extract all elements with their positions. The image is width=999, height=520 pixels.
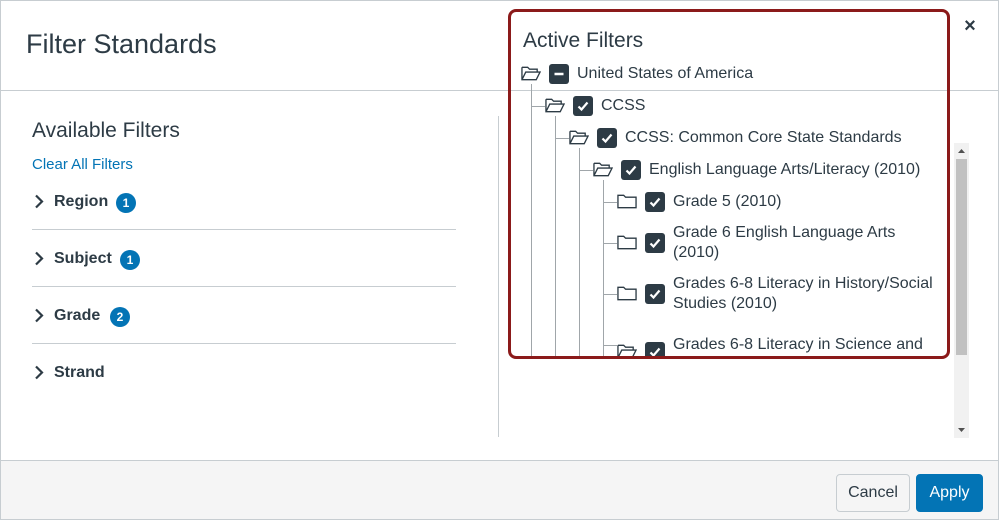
tree-connector xyxy=(555,138,569,139)
checkbox-checked[interactable] xyxy=(621,160,641,180)
active-filters-tree: United States of America CCSS CCSS: Comm… xyxy=(511,58,947,356)
filter-label: Grade xyxy=(54,307,101,324)
tree-node-grades-6-8-history[interactable]: Grades 6-8 Literacy in History/Social St… xyxy=(617,275,941,326)
tree-node-ccss-common-core[interactable]: CCSS: Common Core State Standards xyxy=(569,126,941,150)
dialog-footer: Cancel Apply xyxy=(1,460,998,519)
checkbox-checked[interactable] xyxy=(645,192,665,212)
folder-open-icon xyxy=(521,66,541,81)
filter-label: Subject xyxy=(54,250,112,267)
chevron-right-icon xyxy=(34,230,48,287)
chevron-right-icon xyxy=(34,344,48,401)
tree-node-united-states[interactable]: United States of America xyxy=(521,62,941,86)
tree-node-label: CCSS: Common Core State Standards xyxy=(625,129,902,146)
chevron-right-icon xyxy=(34,287,48,344)
tree-connector xyxy=(603,345,617,346)
filter-grade[interactable]: Grade 2 xyxy=(32,287,456,344)
filter-subject[interactable]: Subject 1 xyxy=(32,230,456,287)
tree-connector xyxy=(555,138,556,356)
tree-connector xyxy=(579,148,580,170)
panel-divider xyxy=(498,116,499,437)
filter-standards-dialog: Filter Standards × Available Filters Cle… xyxy=(0,0,999,520)
filter-label: Region xyxy=(54,193,109,210)
cancel-button[interactable]: Cancel xyxy=(836,474,910,512)
active-filters-title: Active Filters xyxy=(523,29,644,52)
chevron-right-icon xyxy=(34,173,48,230)
tree-connector xyxy=(603,243,617,244)
checkbox-checked[interactable] xyxy=(645,342,665,356)
tree-node-label-line2: Studies (2010) xyxy=(673,295,778,312)
tree-connector xyxy=(555,116,556,138)
tree-node-label: CCSS xyxy=(601,97,646,114)
tree-node-ccss[interactable]: CCSS xyxy=(545,94,941,118)
filter-count-badge: 1 xyxy=(120,250,140,270)
tree-node-grade-5[interactable]: Grade 5 (2010) xyxy=(617,190,941,214)
checkbox-checked[interactable] xyxy=(573,96,593,116)
folder-open-icon xyxy=(545,98,565,113)
tree-node-label-line1: Grade 6 English Language Arts xyxy=(673,224,896,241)
checkbox-checked[interactable] xyxy=(645,284,665,304)
tree-connector xyxy=(603,180,604,356)
filter-strand[interactable]: Strand xyxy=(32,344,456,401)
tree-node-grades-6-8-science[interactable]: Grades 6-8 Literacy in Science and xyxy=(617,336,941,356)
tree-node-ela-literacy[interactable]: English Language Arts/Literacy (2010) xyxy=(593,158,941,182)
tree-connector xyxy=(531,106,532,356)
tree-node-label-line1: Grades 6-8 Literacy in History/Social xyxy=(673,275,933,292)
tree-node-grade-6-ela[interactable]: Grade 6 English Language Arts (2010) xyxy=(617,224,941,275)
active-filters-panel: Active Filters United States of America … xyxy=(508,9,950,359)
tree-node-label: English Language Arts/Literacy (2010) xyxy=(649,161,921,178)
tree-connector xyxy=(531,84,532,106)
filter-count-badge: 2 xyxy=(110,307,130,327)
tree-node-label: Grade 5 (2010) xyxy=(673,193,782,210)
checkbox-checked[interactable] xyxy=(597,128,617,148)
tree-node-label-line1: Grades 6-8 Literacy in Science and xyxy=(673,336,923,353)
apply-button[interactable]: Apply xyxy=(916,474,983,512)
scroll-down-icon[interactable] xyxy=(954,423,969,437)
tree-connector xyxy=(603,294,617,295)
tree-connector xyxy=(579,170,580,356)
folder-closed-icon xyxy=(617,286,637,301)
close-icon[interactable]: × xyxy=(959,15,981,37)
dialog-title: Filter Standards xyxy=(26,29,217,59)
checkbox-checked[interactable] xyxy=(645,233,665,253)
scrollbar-thumb[interactable] xyxy=(956,159,967,355)
checkbox-partial[interactable] xyxy=(549,64,569,84)
scroll-up-icon[interactable] xyxy=(954,144,969,158)
tree-connector xyxy=(531,106,545,107)
tree-connector xyxy=(603,202,617,203)
filter-label: Strand xyxy=(54,364,105,381)
folder-open-icon xyxy=(593,162,613,177)
tree-node-label: United States of America xyxy=(577,65,754,82)
folder-open-icon xyxy=(617,344,637,356)
tree-node-label-line2: (2010) xyxy=(673,244,720,261)
filter-count-badge: 1 xyxy=(116,193,136,213)
filter-region[interactable]: Region 1 xyxy=(32,173,456,230)
tree-connector xyxy=(579,170,593,171)
folder-closed-icon xyxy=(617,194,637,209)
folder-closed-icon xyxy=(617,235,637,250)
folder-open-icon xyxy=(569,130,589,145)
available-filters-title: Available Filters xyxy=(32,119,180,142)
clear-all-filters-link[interactable]: Clear All Filters xyxy=(32,156,133,173)
